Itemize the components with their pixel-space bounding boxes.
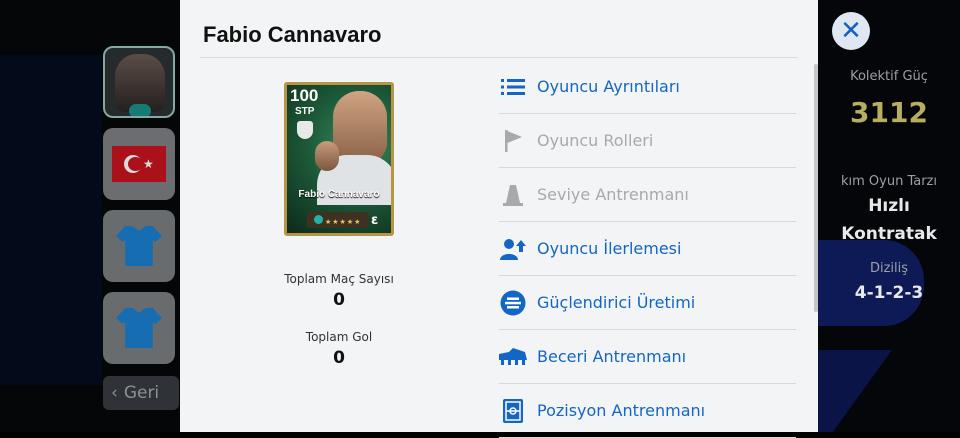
team-style-line1: Hızlı bbox=[868, 196, 910, 216]
menu-item-player-roles[interactable]: Oyuncu Rolleri bbox=[499, 114, 796, 168]
manager-badge bbox=[129, 104, 151, 116]
player-action-menu: Oyuncu Ayrıntıları Oyuncu Rolleri Seviye… bbox=[499, 60, 796, 438]
player-portrait-small bbox=[315, 141, 339, 171]
menu-item-label: Oyuncu Rolleri bbox=[537, 131, 654, 150]
total-goals: Toplam Gol 0 bbox=[284, 330, 394, 368]
menu-item-booster-creation[interactable]: Güçlendirici Üretimi bbox=[499, 276, 796, 330]
stars-icon: ★★★★★ bbox=[325, 218, 362, 226]
menu-item-label: Oyuncu Ayrıntıları bbox=[537, 77, 680, 96]
club-crest-icon bbox=[297, 121, 313, 139]
cleat-icon bbox=[499, 343, 527, 371]
back-label: Geri bbox=[123, 383, 160, 403]
total-matches: Toplam Maç Sayısı 0 bbox=[284, 272, 394, 310]
player-card[interactable]: 100 STP Fabio Cannavaro ★★★★★ ε bbox=[284, 82, 394, 236]
close-icon: ✕ bbox=[840, 16, 862, 46]
shirt-icon bbox=[116, 308, 162, 348]
level-icon bbox=[314, 215, 323, 224]
total-matches-value: 0 bbox=[333, 290, 345, 310]
menu-item-label: Pozisyon Antrenmanı bbox=[537, 401, 706, 420]
pitch-icon bbox=[499, 397, 527, 425]
card-position: STP bbox=[295, 106, 315, 117]
card-player-name: Fabio Cannavaro bbox=[298, 189, 380, 200]
team-style-line2: Kontratak bbox=[841, 224, 937, 244]
formation-value: 4-1-2-3 bbox=[854, 283, 924, 303]
booster-icon bbox=[499, 289, 527, 317]
close-button[interactable]: ✕ bbox=[832, 12, 870, 50]
menu-item-player-details[interactable]: Oyuncu Ayrıntıları bbox=[499, 60, 796, 114]
menu-item-label: Oyuncu İlerlemesi bbox=[537, 239, 682, 258]
collective-power-label: Kolektif Güç bbox=[850, 69, 928, 84]
total-goals-value: 0 bbox=[333, 348, 345, 368]
efootball-logo-icon: ε bbox=[371, 213, 379, 228]
menu-item-label: Seviye Antrenmanı bbox=[537, 185, 689, 204]
away-kit-tile[interactable] bbox=[103, 292, 175, 364]
menu-scrollbar[interactable] bbox=[814, 64, 818, 312]
team-style-label: kım Oyun Tarzı bbox=[840, 174, 937, 189]
home-kit-tile[interactable] bbox=[103, 210, 175, 282]
menu-item-label: Güçlendirici Üretimi bbox=[537, 293, 696, 312]
total-goals-label: Toplam Gol bbox=[305, 330, 373, 344]
player-portrait bbox=[333, 91, 387, 163]
person-up-icon bbox=[499, 235, 527, 263]
shirt-icon bbox=[116, 226, 162, 266]
formation-label: Diziliş bbox=[869, 261, 909, 276]
menu-item-player-progression[interactable]: Oyuncu İlerlemesi bbox=[499, 222, 796, 276]
flag-icon bbox=[499, 127, 527, 155]
player-name-title: Fabio Cannavaro bbox=[203, 22, 382, 47]
cone-icon bbox=[499, 181, 527, 209]
total-matches-label: Toplam Maç Sayısı bbox=[284, 272, 394, 286]
divider bbox=[200, 57, 798, 58]
background-band bbox=[0, 55, 102, 385]
menu-item-label: Beceri Antrenmanı bbox=[537, 347, 687, 366]
menu-item-skill-training[interactable]: Beceri Antrenmanı bbox=[499, 330, 796, 384]
back-button[interactable]: ‹ Geri bbox=[103, 376, 179, 410]
menu-item-position-training[interactable]: Pozisyon Antrenmanı bbox=[499, 384, 796, 438]
list-icon bbox=[499, 73, 527, 101]
turkey-flag-icon: ★ bbox=[112, 146, 166, 182]
chevron-left-icon: ‹ bbox=[111, 383, 118, 403]
card-rating: 100 bbox=[290, 86, 319, 105]
nationality-tile[interactable]: ★ bbox=[103, 128, 175, 200]
player-menu-modal: Fabio Cannavaro 100 STP Fabio Cannavaro … bbox=[180, 0, 818, 438]
collective-power-value: 3112 bbox=[850, 96, 928, 129]
manager-tile[interactable] bbox=[103, 46, 175, 118]
menu-item-level-training[interactable]: Seviye Antrenmanı bbox=[499, 168, 796, 222]
